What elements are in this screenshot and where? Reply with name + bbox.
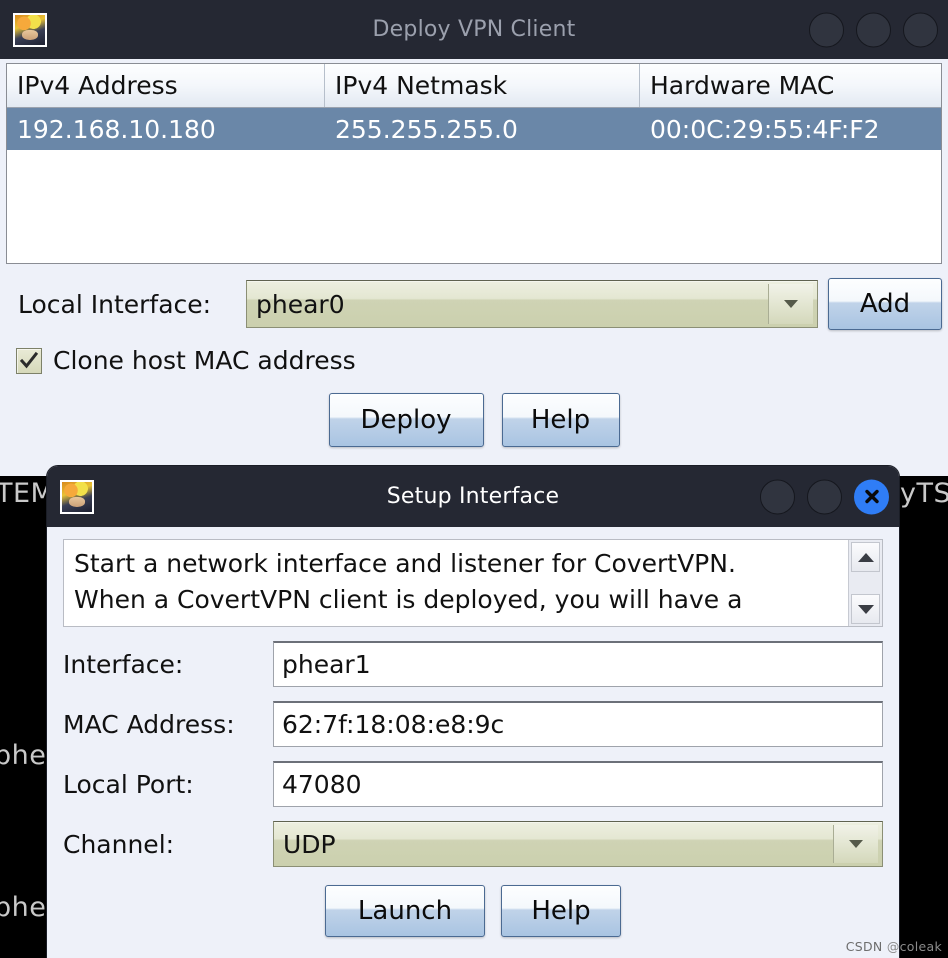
checkmark-icon [19, 351, 39, 368]
deploy-button[interactable]: Deploy [328, 393, 484, 447]
column-header-ipv4-netmask[interactable]: IPv4 Netmask [325, 64, 640, 107]
deploy-window-button-bar: Deploy Help [0, 393, 948, 447]
channel-label: Channel: [63, 829, 175, 859]
triangle-down-icon [857, 604, 874, 614]
local-interface-dropdown[interactable]: phear0 [246, 280, 818, 328]
interfaces-table: IPv4 Address IPv4 Netmask Hardware MAC 1… [6, 63, 942, 264]
clone-mac-row[interactable]: Clone host MAC address [16, 346, 948, 375]
scroll-down-button[interactable] [851, 594, 880, 624]
watermark-prefix: CSDN [845, 939, 883, 954]
channel-row: Channel: UDP [63, 821, 883, 867]
description-scrollbar[interactable] [848, 540, 882, 626]
maximize-button[interactable] [856, 12, 891, 47]
local-port-label: Local Port: [63, 769, 194, 799]
deploy-window-title: Deploy VPN Client [372, 17, 576, 42]
setup-interface-window: Setup Interface Start a network interfac… [47, 466, 899, 958]
close-icon [864, 489, 879, 504]
chevron-down-icon[interactable] [833, 825, 878, 863]
interface-label: Interface: [63, 649, 184, 679]
desktop-screen: TEM yTS phe phe Deploy VPN Client IPv4 A… [0, 0, 948, 958]
close-button[interactable] [854, 479, 889, 514]
table-header-row: IPv4 Address IPv4 Netmask Hardware MAC [7, 64, 941, 108]
description-line-2: When a CovertVPN client is deployed, you… [74, 585, 743, 614]
add-button[interactable]: Add [828, 278, 942, 330]
setup-window-body: Start a network interface and listener f… [47, 527, 899, 958]
description-box: Start a network interface and listener f… [63, 539, 883, 627]
column-header-hardware-mac[interactable]: Hardware MAC [640, 64, 941, 107]
watermark-handle: @coleak [886, 939, 942, 954]
column-header-ipv4-address[interactable]: IPv4 Address [7, 64, 325, 107]
deploy-help-button[interactable]: Help [501, 393, 620, 447]
cell-ipv4-netmask: 255.255.255.0 [335, 114, 518, 144]
local-interface-row: Local Interface: phear0 Add [6, 278, 942, 330]
triangle-up-icon [857, 552, 874, 562]
local-interface-value: phear0 [256, 289, 345, 319]
clone-mac-checkbox[interactable] [16, 347, 42, 374]
deploy-window-controls [809, 12, 938, 47]
minimize-button[interactable] [809, 12, 844, 47]
cell-hardware-mac: 00:0C:29:55:4F:F2 [650, 114, 880, 144]
minimize-button[interactable] [760, 479, 795, 514]
mac-address-input[interactable]: 62:7f:18:08:e8:9c [273, 701, 883, 747]
table-row[interactable]: 192.168.10.180 255.255.255.0 00:0C:29:55… [7, 108, 941, 150]
maximize-button[interactable] [807, 479, 842, 514]
background-text-fragment-right-top: yTS [900, 478, 948, 509]
channel-value: UDP [283, 829, 336, 859]
mac-address-row: MAC Address: 62:7f:18:08:e8:9c [63, 701, 883, 747]
local-interface-label: Local Interface: [18, 289, 212, 319]
deploy-window-body: IPv4 Address IPv4 Netmask Hardware MAC 1… [0, 63, 948, 476]
local-port-input[interactable]: 47080 [273, 761, 883, 807]
channel-dropdown[interactable]: UDP [273, 821, 883, 867]
chevron-down-icon[interactable] [768, 284, 813, 324]
scroll-up-button[interactable] [851, 542, 880, 572]
deploy-window-titlebar[interactable]: Deploy VPN Client [0, 0, 948, 59]
deploy-vpn-client-window: Deploy VPN Client IPv4 Address IPv4 Netm… [0, 0, 948, 476]
close-button[interactable] [903, 12, 938, 47]
watermark: CSDN @coleak [846, 939, 942, 954]
clone-mac-label: Clone host MAC address [53, 346, 356, 375]
description-text: Start a network interface and listener f… [64, 540, 848, 626]
interface-input[interactable]: phear1 [273, 641, 883, 687]
setup-window-titlebar[interactable]: Setup Interface [47, 466, 899, 527]
background-text-fragment-left-mid: phe [0, 740, 47, 771]
app-icon [60, 479, 94, 514]
background-text-fragment-left-low: phe [0, 892, 47, 923]
mac-address-label: MAC Address: [63, 709, 235, 739]
interface-row: Interface: phear1 [63, 641, 883, 687]
cell-ipv4-address: 192.168.10.180 [17, 114, 216, 144]
setup-help-button[interactable]: Help [501, 885, 621, 937]
setup-window-controls [760, 479, 889, 514]
description-line-1: Start a network interface and listener f… [74, 549, 736, 578]
app-icon [13, 12, 47, 47]
local-port-row: Local Port: 47080 [63, 761, 883, 807]
setup-window-button-bar: Launch Help [63, 885, 883, 937]
launch-button[interactable]: Launch [325, 885, 485, 937]
